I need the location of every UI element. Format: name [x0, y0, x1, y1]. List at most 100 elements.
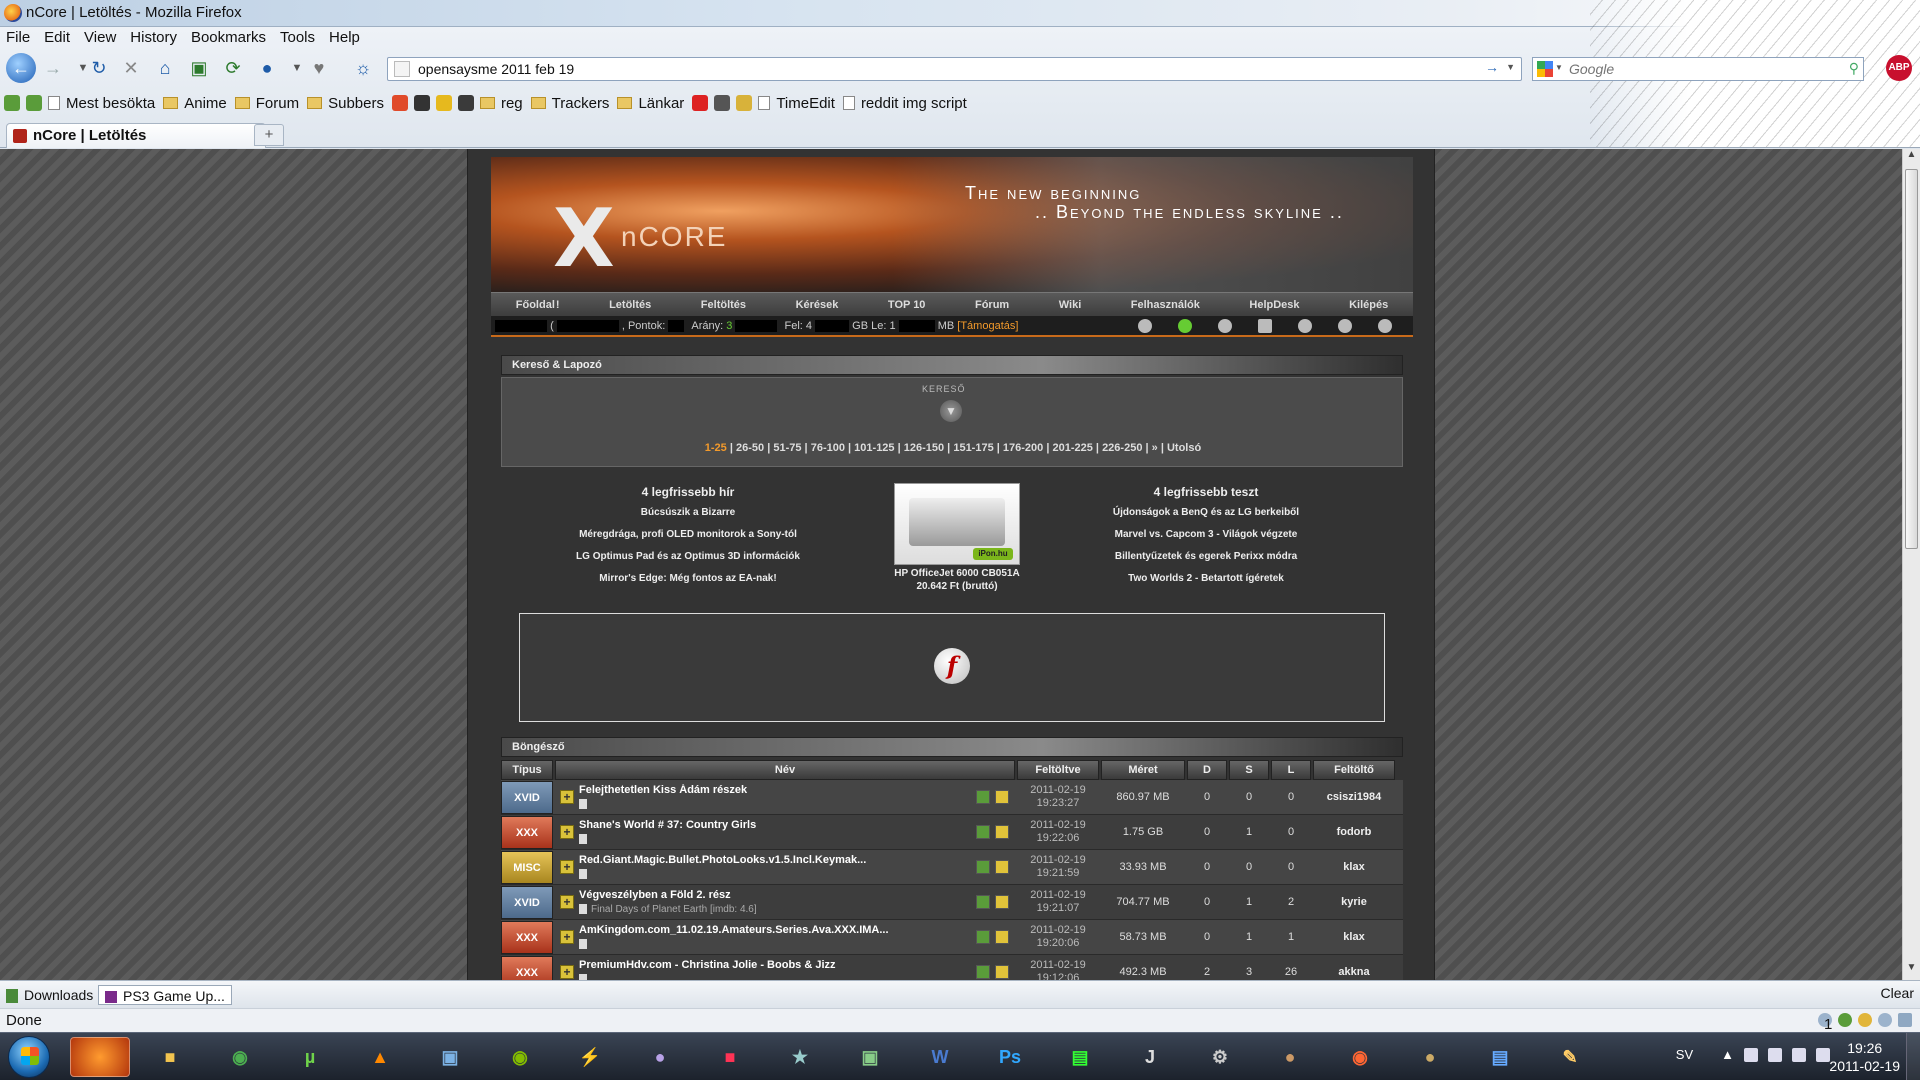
uploader-link[interactable]: fodorb	[1313, 815, 1395, 849]
back-button[interactable]: ←	[6, 53, 36, 83]
scroll-up-icon[interactable]: ▲	[1903, 149, 1920, 167]
test-item[interactable]: Billentyűzetek és egerek Perixx módra	[1056, 551, 1356, 562]
news-item[interactable]: Mirror's Edge: Még fontos az EA-nak!	[538, 573, 838, 584]
page-link[interactable]: 201-225	[1052, 442, 1092, 454]
taskbar-library-icon[interactable]: ▤	[1470, 1037, 1530, 1077]
news-item[interactable]: Búcsúszik a Bizarre	[538, 507, 838, 518]
taskbar-chrome-icon[interactable]: ◉	[210, 1037, 270, 1077]
status-icon[interactable]	[995, 825, 1009, 839]
smile-icon[interactable]	[736, 95, 753, 111]
category-icon[interactable]: XVID	[501, 886, 553, 919]
page-link[interactable]: 151-175	[953, 442, 993, 454]
stop-icon[interactable]: ✕	[118, 55, 144, 81]
news-item[interactable]: LG Optimus Pad és az Optimus 3D informác…	[538, 551, 838, 562]
menu-help[interactable]: Help	[329, 28, 360, 50]
column-header[interactable]: S	[1229, 760, 1269, 780]
subbers-site-icon[interactable]	[391, 95, 408, 111]
page-link[interactable]: 176-200	[1003, 442, 1043, 454]
category-icon[interactable]: XXX	[501, 956, 553, 980]
category-icon[interactable]: XXX	[501, 921, 553, 954]
status-icon[interactable]	[995, 965, 1009, 979]
expand-icon[interactable]: +	[560, 965, 574, 979]
info-icon[interactable]	[1138, 319, 1152, 333]
menu-edit[interactable]: Edit	[44, 28, 70, 50]
info-icon[interactable]	[579, 834, 587, 845]
clear-downloads-button[interactable]: Clear	[1881, 985, 1914, 1001]
search-input[interactable]	[1569, 61, 1839, 77]
search-icon[interactable]: ⚲	[1849, 60, 1859, 77]
support-link[interactable]: [Támogatás]	[957, 320, 1018, 332]
taskbar-app-icon[interactable]: ▣	[420, 1037, 480, 1077]
uploader-link[interactable]: csiszi1984	[1313, 780, 1395, 814]
network-icon[interactable]	[1792, 1047, 1806, 1062]
ml-site-icon[interactable]	[714, 95, 731, 111]
scroll-thumb[interactable]	[1905, 169, 1918, 549]
ad-caption[interactable]: HP OfficeJet 6000 CB051A 20.642 Ft (brut…	[868, 567, 1046, 593]
show-desktop-button[interactable]	[1906, 1033, 1920, 1080]
bookmark-icon[interactable]	[976, 895, 990, 909]
taskbar-game2-icon[interactable]: ●	[1400, 1037, 1460, 1077]
torrent-name-link[interactable]: Red.Giant.Magic.Bullet.PhotoLooks.v1.5.I…	[579, 854, 939, 866]
volume-icon[interactable]	[1816, 1047, 1830, 1062]
url-dropdown-icon[interactable]: ▼	[1506, 62, 1515, 72]
taskbar-explorer-icon[interactable]: ■	[140, 1037, 200, 1077]
go-icon[interactable]: →	[1485, 59, 1499, 75]
settings-icon[interactable]	[1218, 319, 1232, 333]
downloads-button[interactable]: Downloads	[6, 985, 93, 1005]
taskbar-tool-icon[interactable]: ★	[770, 1037, 830, 1077]
torrent-name-link[interactable]: AmKingdom.com_11.02.19.Amateurs.Series.A…	[579, 924, 939, 936]
expand-icon[interactable]: +	[560, 930, 574, 944]
site-nav-6[interactable]: Wiki	[1059, 299, 1082, 311]
column-header[interactable]: Név	[555, 760, 1015, 780]
status-icon[interactable]	[995, 895, 1009, 909]
menu-view[interactable]: View	[84, 28, 116, 50]
greasemonkey-icon[interactable]	[1838, 1013, 1852, 1027]
bookmark-reg[interactable]: reg	[479, 95, 523, 112]
adblock-icon[interactable]: ABP	[1886, 55, 1912, 81]
column-header[interactable]: D	[1187, 760, 1227, 780]
column-header[interactable]: Méret	[1101, 760, 1185, 780]
address-bar[interactable]: → ▼	[387, 57, 1522, 81]
page-link[interactable]: 101-125	[854, 442, 894, 454]
site-identity-icon[interactable]	[394, 61, 410, 77]
extension-status-icon[interactable]	[1858, 1013, 1872, 1027]
uploader-link[interactable]: klax	[1313, 850, 1395, 884]
home-icon[interactable]: ⌂	[152, 55, 178, 81]
scroll-down-icon[interactable]: ▼	[1903, 962, 1920, 980]
status-icon[interactable]	[995, 930, 1009, 944]
bookmark-reddit-img-script[interactable]: reddit img script	[842, 95, 967, 112]
search-user-icon[interactable]	[1298, 319, 1312, 333]
bookmark-länkar[interactable]: Länkar	[617, 95, 684, 112]
taskbar-app2-icon[interactable]: ◉	[1330, 1037, 1390, 1077]
bookmark-trackers[interactable]: Trackers	[530, 95, 609, 112]
uploader-link[interactable]: akkna	[1313, 955, 1395, 980]
taskbar-media-icon[interactable]: ■	[700, 1037, 760, 1077]
messages-icon[interactable]	[1338, 319, 1352, 333]
bookmark-forum[interactable]: Forum	[234, 95, 299, 112]
reload-icon[interactable]: ↻	[86, 55, 112, 81]
torrent-name-link[interactable]: Shane's World # 37: Country Girls	[579, 819, 939, 831]
test-item[interactable]: Újdonságok a BenQ és az LG berkeiből	[1056, 507, 1356, 518]
bookmark-icon[interactable]	[976, 930, 990, 944]
bookmark-anime[interactable]: Anime	[163, 95, 227, 112]
status-icon[interactable]	[1178, 319, 1192, 333]
column-header[interactable]: Feltöltő	[1313, 760, 1395, 780]
site-nav-1[interactable]: Letöltés	[609, 299, 651, 311]
news-item[interactable]: Méregdrága, profi OLED monitorok a Sony-…	[538, 529, 838, 540]
evernote-icon[interactable]: ▣	[186, 55, 212, 81]
flash-placeholder[interactable]: f	[519, 613, 1385, 722]
taskbar-spotify-icon[interactable]: ◉	[490, 1037, 550, 1077]
site-nav-3[interactable]: Kérések	[796, 299, 839, 311]
imdb-icon[interactable]	[435, 95, 452, 111]
language-indicator[interactable]: SV	[1676, 1047, 1693, 1062]
expand-icon[interactable]: +	[560, 790, 574, 804]
add-page-icon[interactable]	[26, 95, 42, 111]
tray-expand-icon[interactable]: ▲	[1721, 1047, 1734, 1062]
site-nav-0[interactable]: Főoldal!	[516, 299, 560, 311]
expand-search-icon[interactable]: ▼	[940, 400, 962, 422]
category-icon[interactable]: XXX	[501, 816, 553, 849]
clock[interactable]: 19:26 2011-02-19	[1829, 1039, 1900, 1075]
add-bookmark-icon[interactable]	[4, 95, 20, 111]
web-icon[interactable]: ●	[254, 55, 280, 81]
status-icon[interactable]	[995, 790, 1009, 804]
